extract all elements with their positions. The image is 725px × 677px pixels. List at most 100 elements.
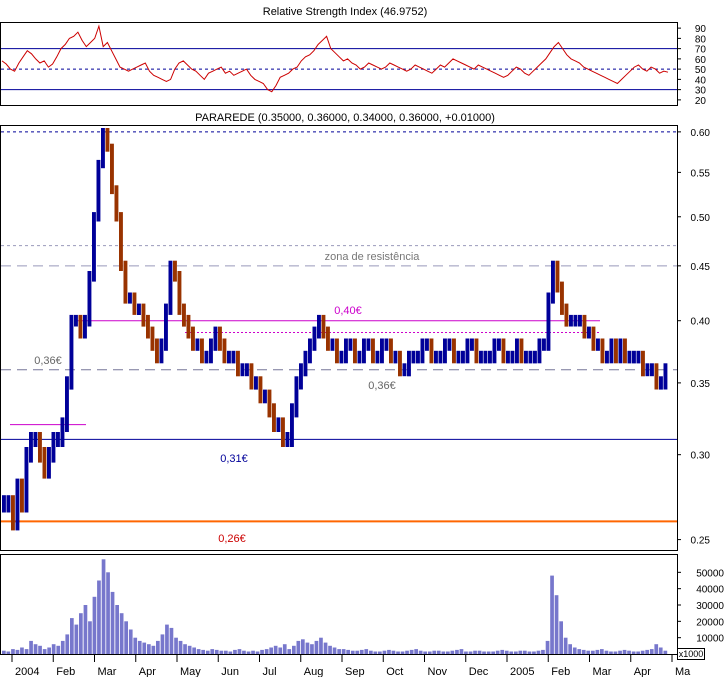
volume-bar — [527, 651, 532, 654]
volume-bar — [142, 642, 147, 654]
volume-bar — [636, 651, 640, 654]
volume-bar — [337, 649, 341, 654]
x-tick-label: Apr — [139, 666, 156, 677]
volume-bar — [554, 595, 559, 654]
volume-bar — [450, 650, 455, 654]
price-bar — [582, 314, 587, 339]
x-tick-label: May — [180, 666, 201, 677]
price-bar — [321, 314, 326, 339]
price-bar — [249, 363, 254, 390]
price-bar — [380, 338, 384, 364]
price-bar — [236, 350, 240, 377]
rsi-title: Relative Strength Index (46.9752) — [263, 6, 428, 18]
resistance-zone-label: zona de resistência — [325, 251, 421, 263]
x-axis: 2004 Feb Mar Apr May Jun Jul Aug Sep Oct Nov Dec 200… — [0, 654, 691, 677]
volume-bar — [455, 649, 459, 654]
volume-bar — [550, 575, 554, 654]
rsi-tick-label: 20 — [695, 96, 707, 107]
price-bar — [452, 338, 456, 364]
volume-bar — [514, 651, 518, 654]
volume-bar — [51, 644, 56, 654]
volume-bar — [251, 650, 255, 654]
x-tick-label: Jun — [221, 666, 239, 677]
price-bar — [623, 338, 627, 364]
volume-bar — [2, 650, 6, 654]
price-bar — [497, 338, 501, 351]
volume-bar — [11, 649, 15, 654]
volume-bar — [160, 634, 165, 654]
price-bar — [168, 260, 173, 315]
volume-bar — [618, 650, 622, 654]
price-bar — [609, 338, 614, 364]
price-bar — [191, 326, 195, 351]
volume-bar — [477, 650, 482, 654]
volume-y-ticks: 50000 40000 30000 20000 10000 — [677, 568, 724, 645]
volume-bar — [500, 649, 505, 654]
volume-bar — [83, 605, 88, 654]
volume-bar — [6, 651, 11, 654]
price-bar — [303, 350, 308, 377]
x-tick-label: Jul — [263, 666, 277, 677]
price-bar — [92, 212, 96, 282]
volume-bar — [165, 624, 169, 654]
volume-bar — [400, 651, 405, 654]
price-y-ticks: 0.60 0.55 0.50 0.45 0.40 0.35 0.30 0.25 — [677, 128, 710, 547]
volume-bar — [187, 645, 192, 654]
price-bar — [200, 338, 204, 364]
price-bar — [254, 376, 258, 390]
volume-bar — [101, 559, 106, 654]
volume-bar — [532, 651, 536, 654]
price-bar — [506, 350, 510, 364]
price-bar — [591, 326, 596, 351]
price-tick-label: 0.55 — [691, 168, 711, 179]
price-bar — [128, 292, 132, 304]
volume-bar — [586, 650, 591, 654]
volume-bar — [468, 651, 473, 654]
volume-bar — [441, 651, 446, 654]
volume-bar — [378, 651, 382, 654]
volume-bar — [88, 621, 92, 654]
volume-bar — [486, 651, 491, 654]
volume-bar — [509, 651, 514, 654]
price-bar — [393, 350, 398, 364]
price-bar — [483, 350, 488, 364]
price-bar — [240, 363, 245, 377]
volume-bar — [292, 645, 296, 654]
price-bar — [285, 432, 290, 447]
volume-bar — [287, 649, 292, 654]
x-tick-label: 2005 — [510, 666, 534, 677]
volume-bar — [482, 651, 486, 654]
price-bar — [123, 260, 128, 304]
volume-bar — [255, 651, 260, 654]
price-bar — [533, 350, 537, 364]
price-bar — [96, 159, 101, 222]
price-bar — [375, 350, 380, 364]
price-bar — [519, 338, 524, 364]
price-bars — [2, 128, 668, 531]
volume-bar — [314, 640, 319, 654]
price-bar — [299, 363, 303, 390]
volume-bar — [645, 649, 649, 654]
rsi-panel-frame — [0, 22, 678, 106]
price-bar — [312, 326, 317, 351]
volume-bar — [237, 649, 242, 654]
volume-tick-label: 50000 — [696, 568, 724, 579]
price-bar — [564, 303, 569, 327]
volume-bar — [273, 645, 278, 654]
price-bar — [204, 350, 209, 364]
price-bar — [335, 338, 339, 364]
price-bar — [33, 432, 38, 447]
level-036-right-label: 0,36€ — [368, 380, 396, 392]
price-bar — [281, 417, 285, 447]
price-bar — [213, 326, 218, 351]
volume-bar — [319, 637, 323, 654]
price-bar — [443, 338, 447, 364]
price-bar — [209, 338, 213, 364]
price-bar — [542, 338, 546, 351]
volume-bars — [2, 559, 668, 654]
price-bar — [636, 350, 641, 364]
price-bar — [411, 350, 416, 364]
price-bar — [587, 326, 591, 339]
volume-bar — [169, 627, 174, 654]
price-bar — [78, 314, 83, 339]
